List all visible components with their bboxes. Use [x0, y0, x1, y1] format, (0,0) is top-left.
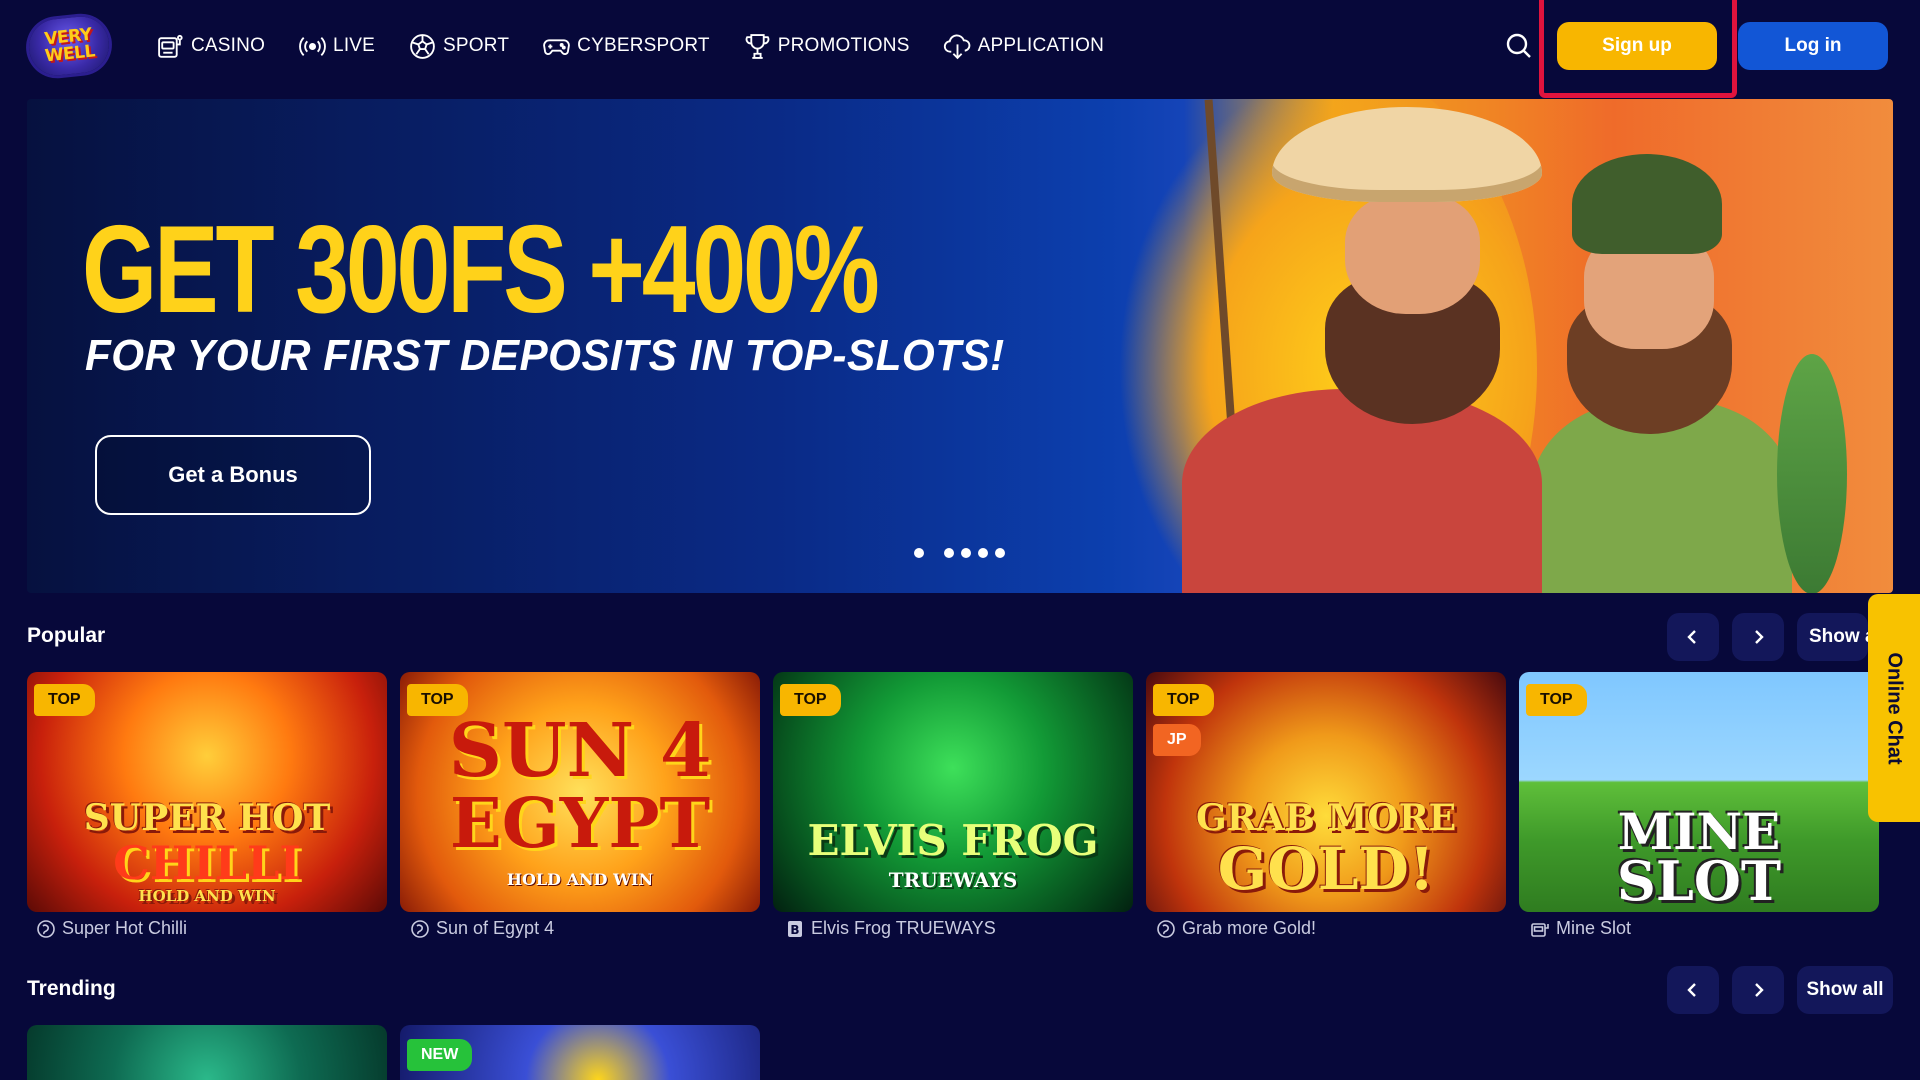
jackpot-badge: JP — [1153, 724, 1201, 756]
game-name: Mine Slot — [1556, 918, 1632, 938]
game-art-subtitle: TRUEWAYS — [888, 868, 1018, 892]
game-card-trending-1[interactable] — [27, 1025, 387, 1080]
slider-dot[interactable] — [978, 548, 988, 558]
game-card-grab-more-gold[interactable]: GRAB MORE GOLD! TOP JP — [1146, 672, 1506, 912]
popular-next-button[interactable] — [1732, 613, 1784, 661]
trending-show-all-button[interactable]: Show all — [1797, 966, 1893, 1014]
nav-item-label: CASINO — [191, 35, 266, 56]
game-name: Super Hot Chilli — [62, 918, 188, 938]
nav-item-promotions[interactable]: PROMOTIONS — [743, 28, 910, 64]
game-name: Grab more Gold! — [1182, 918, 1317, 938]
banner-subtitle: FOR YOUR FIRST DEPOSITS IN TOP-SLOTS! — [85, 331, 1005, 380]
provider-b-icon: B — [788, 920, 802, 937]
main-nav: CASINO LIVE SPORT CYBERSPORT PROMOTIONS … — [156, 28, 1137, 64]
chevron-left-icon — [1687, 630, 1696, 644]
game-name-label[interactable]: Mine Slot — [1530, 918, 1631, 939]
very-well-logo[interactable]: VERY WELL — [26, 13, 112, 79]
slot-machine-icon — [158, 34, 183, 58]
game-card-elvis-frog-trueways[interactable]: ELVIS FROG TRUEWAYS TOP — [773, 672, 1133, 912]
top-badge: TOP — [34, 684, 95, 716]
popular-show-all-button[interactable]: Show all — [1797, 613, 1868, 661]
top-header: VERY WELL CASINO LIVE SPORT CYBERSPORT P… — [0, 0, 1920, 98]
svg-text:B: B — [790, 923, 799, 937]
slider-dot[interactable] — [944, 548, 954, 558]
cowboy-face — [1345, 194, 1480, 314]
nav-item-label: LIVE — [333, 35, 376, 56]
game-art-title: CHILLI — [113, 836, 301, 890]
game-name-label[interactable]: B Elvis Frog TRUEWAYS — [785, 918, 996, 939]
trending-section-title: Trending — [27, 977, 116, 1000]
signup-button[interactable]: Sign up — [1557, 22, 1717, 70]
game-card-trending-2[interactable]: NEW — [400, 1025, 760, 1080]
game-name-label[interactable]: Sun of Egypt 4 — [410, 918, 554, 939]
download-cloud-icon — [943, 33, 970, 59]
slider-dot-active[interactable] — [914, 548, 924, 558]
game-name: Elvis Frog TRUEWAYS — [811, 918, 996, 938]
online-chat-label: Online Chat — [1883, 651, 1906, 765]
new-badge: NEW — [407, 1039, 473, 1071]
popular-section-title: Popular — [27, 624, 106, 647]
provider-spiral-icon — [411, 919, 429, 938]
get-bonus-button[interactable]: Get a Bonus — [95, 435, 371, 515]
provider-spiral-icon — [37, 919, 55, 938]
provider-spiral-icon — [1157, 919, 1175, 938]
game-art-title: SLOT — [1616, 849, 1782, 912]
top-badge: TOP — [1153, 684, 1214, 716]
game-name-label[interactable]: Super Hot Chilli — [36, 918, 187, 939]
fish-illustration — [1777, 354, 1847, 593]
nav-item-label: CYBERSPORT — [577, 35, 710, 56]
nav-item-casino[interactable]: CASINO — [156, 28, 265, 64]
popular-prev-button[interactable] — [1667, 613, 1719, 661]
soccer-ball-icon — [410, 33, 435, 59]
promo-banner[interactable]: GET 300FS +400% FOR YOUR FIRST DEPOSITS … — [27, 99, 1893, 593]
game-name-label[interactable]: Grab more Gold! — [1156, 918, 1316, 939]
cowboy-body — [1182, 389, 1542, 593]
online-chat-tab[interactable]: Online Chat — [1868, 594, 1920, 822]
game-art-title: GOLD! — [1217, 835, 1435, 903]
game-art-title: GRAB MORE — [1195, 797, 1457, 839]
game-card-super-hot-chilli[interactable]: SUPER HOT CHILLI HOLD AND WIN TOP — [27, 672, 387, 912]
game-art-title: SUPER HOT — [83, 797, 331, 839]
chevron-left-icon — [1687, 983, 1696, 997]
nav-item-label: APPLICATION — [977, 35, 1105, 56]
logo-text-line-2: WELL — [43, 41, 96, 67]
game-art-subtitle: HOLD AND WIN — [138, 887, 276, 905]
login-button[interactable]: Log in — [1738, 22, 1888, 70]
game-card-sun-of-egypt-4[interactable]: SUN 4 EGYPT HOLD AND WIN TOP — [400, 672, 760, 912]
game-name: Sun of Egypt 4 — [436, 918, 555, 938]
trophy-icon — [745, 33, 770, 59]
top-badge: TOP — [407, 684, 468, 716]
trending-prev-button[interactable] — [1667, 966, 1719, 1014]
chevron-right-icon — [1755, 630, 1764, 644]
gamepad-icon — [543, 38, 571, 55]
chevron-right-icon — [1755, 983, 1764, 997]
game-art-subtitle: HOLD AND WIN — [506, 870, 654, 889]
search-icon — [1506, 33, 1531, 58]
game-art-title: EGYPT — [449, 784, 711, 864]
nav-item-application[interactable]: APPLICATION — [943, 28, 1104, 64]
top-badge: TOP — [1526, 684, 1587, 716]
nav-item-live[interactable]: LIVE — [298, 28, 375, 64]
nav-item-label: SPORT — [443, 35, 510, 56]
trending-next-button[interactable] — [1732, 966, 1784, 1014]
search-button[interactable] — [1502, 29, 1536, 63]
nav-item-label: PROMOTIONS — [777, 35, 910, 56]
casino-home-page: VERY WELL CASINO LIVE SPORT CYBERSPORT P… — [0, 0, 1920, 1080]
game-art-title: ELVIS FROG — [807, 816, 1099, 865]
broadcast-icon — [299, 36, 326, 56]
banner-title: GET 300FS +400% — [82, 201, 880, 339]
slider-dots — [914, 548, 1012, 558]
nav-item-sport[interactable]: SPORT — [408, 28, 509, 64]
nav-item-cybersport[interactable]: CYBERSPORT — [542, 28, 710, 64]
slider-dot[interactable] — [995, 548, 1005, 558]
top-badge: TOP — [780, 684, 841, 716]
game-art-title: SUN 4 — [448, 708, 712, 794]
slider-dot[interactable] — [961, 548, 971, 558]
game-card-mine-slot[interactable]: MINE SLOT TOP — [1519, 672, 1879, 912]
fisherman-right-hat — [1572, 154, 1722, 254]
provider-slot-icon — [1531, 922, 1549, 937]
